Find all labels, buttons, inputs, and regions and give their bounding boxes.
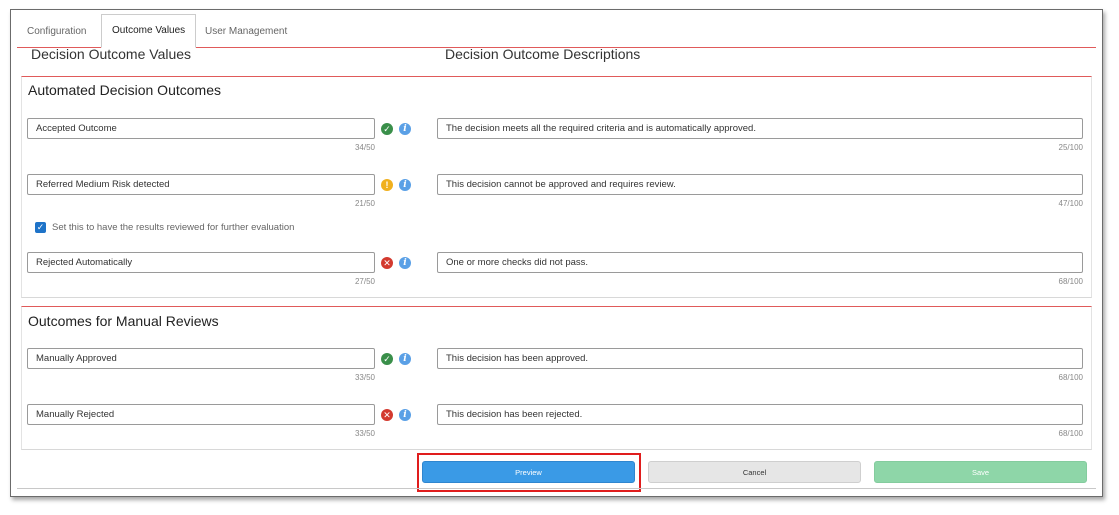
values-column-heading: Decision Outcome Values bbox=[31, 46, 192, 62]
automated-outcomes-section: Automated Decision Outcomes Accepted Out… bbox=[21, 76, 1092, 298]
outcome-value-input[interactable]: Manually Rejected bbox=[27, 404, 375, 425]
outcome-description-input[interactable]: This decision has been approved. bbox=[437, 348, 1083, 369]
error-icon: ✕ bbox=[381, 409, 393, 421]
value-char-counter: 21/50 bbox=[354, 199, 375, 208]
section-title: Outcomes for Manual Reviews bbox=[28, 313, 219, 329]
value-char-counter: 34/50 bbox=[354, 143, 375, 152]
description-char-counter: 25/100 bbox=[1058, 143, 1083, 152]
tab-bar: Configuration Outcome Values User Manage… bbox=[17, 14, 1096, 48]
outcome-values-panel: Configuration Outcome Values User Manage… bbox=[10, 9, 1103, 497]
tab-user-management[interactable]: User Management bbox=[195, 18, 297, 48]
outcome-description-input[interactable]: This decision has been rejected. bbox=[437, 404, 1083, 425]
description-char-counter: 68/100 bbox=[1058, 373, 1083, 382]
info-icon[interactable]: i bbox=[399, 257, 411, 269]
description-char-counter: 68/100 bbox=[1058, 429, 1083, 438]
tab-outcome-values[interactable]: Outcome Values bbox=[101, 14, 197, 48]
manual-outcomes-section: Outcomes for Manual Reviews Manually App… bbox=[21, 306, 1092, 450]
section-title: Automated Decision Outcomes bbox=[28, 82, 221, 98]
outcome-description-input[interactable]: One or more checks did not pass. bbox=[437, 252, 1083, 273]
warning-icon: ! bbox=[381, 179, 393, 191]
error-icon: ✕ bbox=[381, 257, 393, 269]
value-char-counter: 33/50 bbox=[354, 429, 375, 438]
descriptions-column-heading: Decision Outcome Descriptions bbox=[445, 46, 641, 62]
outcome-value-input[interactable]: Referred Medium Risk detected bbox=[27, 174, 375, 195]
outcome-value-input[interactable]: Rejected Automatically bbox=[27, 252, 375, 273]
value-char-counter: 27/50 bbox=[354, 277, 375, 286]
outcome-value-input[interactable]: Accepted Outcome bbox=[27, 118, 375, 139]
info-icon[interactable]: i bbox=[399, 409, 411, 421]
outcome-value-input[interactable]: Manually Approved bbox=[27, 348, 375, 369]
review-checkbox[interactable]: ✓ bbox=[35, 222, 46, 233]
footer-divider bbox=[17, 488, 1096, 489]
review-checkbox-label: Set this to have the results reviewed fo… bbox=[52, 222, 295, 233]
check-circle-icon: ✓ bbox=[381, 353, 393, 365]
outcome-description-input[interactable]: The decision meets all the required crit… bbox=[437, 118, 1083, 139]
description-char-counter: 68/100 bbox=[1058, 277, 1083, 286]
outcome-description-input[interactable]: This decision cannot be approved and req… bbox=[437, 174, 1083, 195]
save-button[interactable]: Save bbox=[874, 461, 1087, 483]
tab-configuration[interactable]: Configuration bbox=[17, 18, 96, 48]
info-icon[interactable]: i bbox=[399, 179, 411, 191]
info-icon[interactable]: i bbox=[399, 353, 411, 365]
cancel-button[interactable]: Cancel bbox=[648, 461, 861, 483]
value-char-counter: 33/50 bbox=[354, 373, 375, 382]
description-char-counter: 47/100 bbox=[1058, 199, 1083, 208]
info-icon[interactable]: i bbox=[399, 123, 411, 135]
check-circle-icon: ✓ bbox=[381, 123, 393, 135]
preview-button[interactable]: Preview bbox=[422, 461, 635, 483]
